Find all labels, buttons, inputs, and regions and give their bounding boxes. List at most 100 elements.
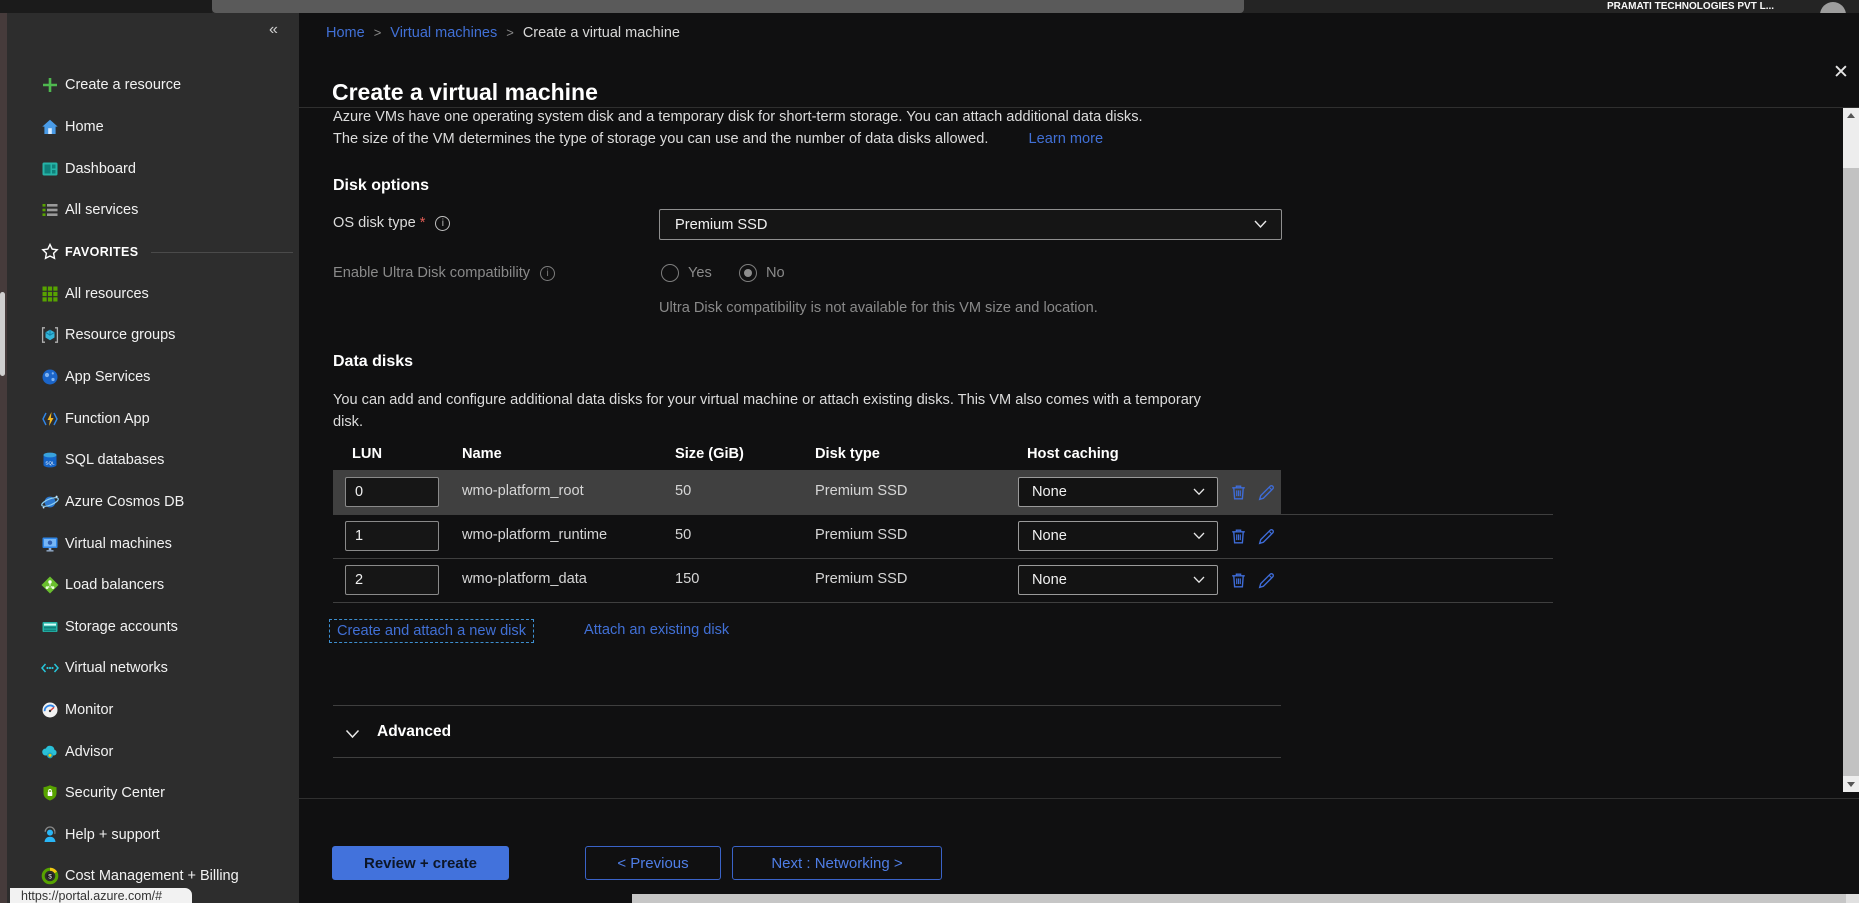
sidebar-item-resource-groups[interactable]: Resource groups bbox=[27, 321, 299, 349]
cost-icon: $ bbox=[40, 866, 60, 886]
intro-line-1: Azure VMs have one operating system disk… bbox=[333, 109, 1143, 125]
edit-disk-button[interactable] bbox=[1256, 568, 1280, 592]
review-create-button[interactable]: Review + create bbox=[332, 846, 509, 880]
page-title: Create a virtual machine bbox=[332, 79, 598, 106]
delete-disk-button[interactable] bbox=[1228, 568, 1252, 592]
svg-text:$: $ bbox=[48, 873, 52, 880]
host-caching-select[interactable]: None bbox=[1018, 521, 1218, 551]
top-bar-left bbox=[0, 0, 212, 13]
advanced-bottom-divider bbox=[333, 757, 1281, 758]
search-input[interactable] bbox=[212, 0, 1244, 13]
ultra-no-radio bbox=[739, 264, 757, 282]
attach-existing-disk-link[interactable]: Attach an existing disk bbox=[584, 622, 729, 638]
info-icon[interactable]: i bbox=[540, 266, 555, 281]
breadcrumb-virtual-machines-link[interactable]: Virtual machines bbox=[390, 25, 497, 41]
next-networking-button[interactable]: Next : Networking > bbox=[732, 846, 942, 880]
lun-input[interactable] bbox=[345, 477, 439, 507]
ultra-disk-label: Enable Ultra Disk compatibilityi bbox=[333, 265, 555, 281]
disk-name: wmo-platform_root bbox=[462, 483, 584, 499]
gauge-icon bbox=[40, 700, 60, 720]
sidebar-item-help-support[interactable]: Help + support bbox=[27, 821, 299, 849]
vertical-scrollbar-thumb[interactable] bbox=[1843, 168, 1859, 776]
disk-name: wmo-platform_runtime bbox=[462, 527, 607, 543]
scroll-up-icon[interactable] bbox=[1843, 108, 1859, 123]
home-icon bbox=[40, 117, 60, 137]
trash-icon bbox=[1228, 570, 1249, 591]
disk-type: Premium SSD bbox=[815, 483, 907, 499]
create-attach-disk-link[interactable]: Create and attach a new disk bbox=[329, 619, 534, 643]
disk-size: 50 bbox=[675, 483, 691, 499]
sidebar-item-virtual-networks[interactable]: Virtual networks bbox=[27, 654, 299, 682]
scroll-down-icon[interactable] bbox=[1843, 777, 1859, 792]
chevron-down-icon[interactable] bbox=[345, 729, 360, 739]
favorites-divider bbox=[151, 252, 293, 253]
sidebar-item-advisor[interactable]: Advisor bbox=[27, 738, 299, 766]
lun-input[interactable] bbox=[345, 521, 439, 551]
os-disk-type-label: OS disk type*i bbox=[333, 215, 450, 231]
directory-name[interactable]: PRAMATI TECHNOLOGIES PVT L... bbox=[1607, 0, 1812, 13]
dashboard-icon bbox=[40, 159, 60, 179]
sidebar-item-dashboard[interactable]: Dashboard bbox=[27, 155, 299, 183]
vertical-scrollbar[interactable] bbox=[1843, 108, 1859, 792]
ultra-no-label: No bbox=[766, 265, 785, 281]
sidebar-item-cost-management-billing[interactable]: $ Cost Management + Billing bbox=[27, 862, 299, 890]
breadcrumb: Home>Virtual machines>Create a virtual m… bbox=[326, 25, 680, 41]
breadcrumb-home-link[interactable]: Home bbox=[326, 25, 365, 41]
scrollbar-corner bbox=[1846, 894, 1859, 903]
lun-input[interactable] bbox=[345, 565, 439, 595]
host-caching-select[interactable]: None bbox=[1018, 477, 1218, 507]
disk-size: 50 bbox=[675, 527, 691, 543]
sidebar-item-azure-cosmos-db[interactable]: Azure Cosmos DB bbox=[27, 488, 299, 516]
cube-icon bbox=[40, 325, 60, 345]
header-divider bbox=[299, 107, 1859, 108]
sidebar-item-create-a-resource[interactable]: Create a resource bbox=[27, 71, 299, 99]
column-header-host-caching: Host caching bbox=[1027, 446, 1119, 462]
azure-portal-window: « Create a resource Home Dashboard All s… bbox=[0, 0, 1859, 903]
ultra-disk-note: Ultra Disk compatibility is not availabl… bbox=[659, 300, 1098, 316]
footer-divider bbox=[299, 798, 1859, 799]
network-icon bbox=[40, 658, 60, 678]
delete-disk-button[interactable] bbox=[1228, 524, 1252, 548]
avatar[interactable] bbox=[1820, 2, 1846, 13]
advisor-icon bbox=[40, 742, 60, 762]
os-disk-type-select[interactable]: Premium SSD bbox=[659, 209, 1282, 240]
sidebar-item-function-app[interactable]: Function App bbox=[27, 405, 299, 433]
advanced-section-toggle[interactable]: Advanced bbox=[377, 723, 451, 741]
breadcrumb-current: Create a virtual machine bbox=[523, 25, 680, 41]
storage-icon bbox=[40, 617, 60, 637]
advanced-top-divider bbox=[333, 705, 1281, 706]
edit-disk-button[interactable] bbox=[1256, 524, 1280, 548]
disk-type: Premium SSD bbox=[815, 527, 907, 543]
learn-more-link[interactable]: Learn more bbox=[1028, 131, 1103, 147]
edit-disk-button[interactable] bbox=[1256, 480, 1280, 504]
sidebar-item-virtual-machines[interactable]: Virtual machines bbox=[27, 530, 299, 558]
headset-icon bbox=[40, 825, 60, 845]
window-edge bbox=[0, 0, 7, 903]
sidebar-item-monitor[interactable]: Monitor bbox=[27, 696, 299, 724]
sidebar-item-app-services[interactable]: App Services bbox=[27, 363, 299, 391]
host-caching-select[interactable]: None bbox=[1018, 565, 1218, 595]
star-icon bbox=[40, 242, 60, 262]
sidebar-item-load-balancers[interactable]: Load balancers bbox=[27, 571, 299, 599]
sidebar-item-security-center[interactable]: Security Center bbox=[27, 779, 299, 807]
sidebar-item-sql-databases[interactable]: SQL SQL databases bbox=[27, 446, 299, 474]
sidebar-item-all-resources[interactable]: All resources bbox=[27, 280, 299, 308]
info-icon[interactable]: i bbox=[435, 216, 450, 231]
breadcrumb-separator: > bbox=[365, 25, 391, 40]
grid-icon bbox=[40, 284, 60, 304]
sidebar-item-all-services[interactable]: All services bbox=[27, 196, 299, 224]
horizontal-scrollbar-thumb[interactable] bbox=[632, 894, 1846, 903]
delete-disk-button[interactable] bbox=[1228, 480, 1252, 504]
sidebar-item-storage-accounts[interactable]: Storage accounts bbox=[27, 613, 299, 641]
sidebar-item-home[interactable]: Home bbox=[27, 113, 299, 141]
previous-button[interactable]: < Previous bbox=[585, 846, 721, 880]
close-icon[interactable]: ✕ bbox=[1827, 60, 1855, 85]
table-bottom-divider bbox=[333, 602, 1553, 603]
sidebar-collapse-button[interactable]: « bbox=[269, 21, 278, 39]
edge-scroll-pill[interactable] bbox=[0, 292, 5, 376]
required-asterisk: * bbox=[416, 215, 426, 231]
sidebar-section-favorites: FAVORITES bbox=[27, 238, 299, 266]
pencil-icon bbox=[1256, 482, 1277, 503]
globe-icon bbox=[40, 367, 60, 387]
disk-size: 150 bbox=[675, 571, 699, 587]
